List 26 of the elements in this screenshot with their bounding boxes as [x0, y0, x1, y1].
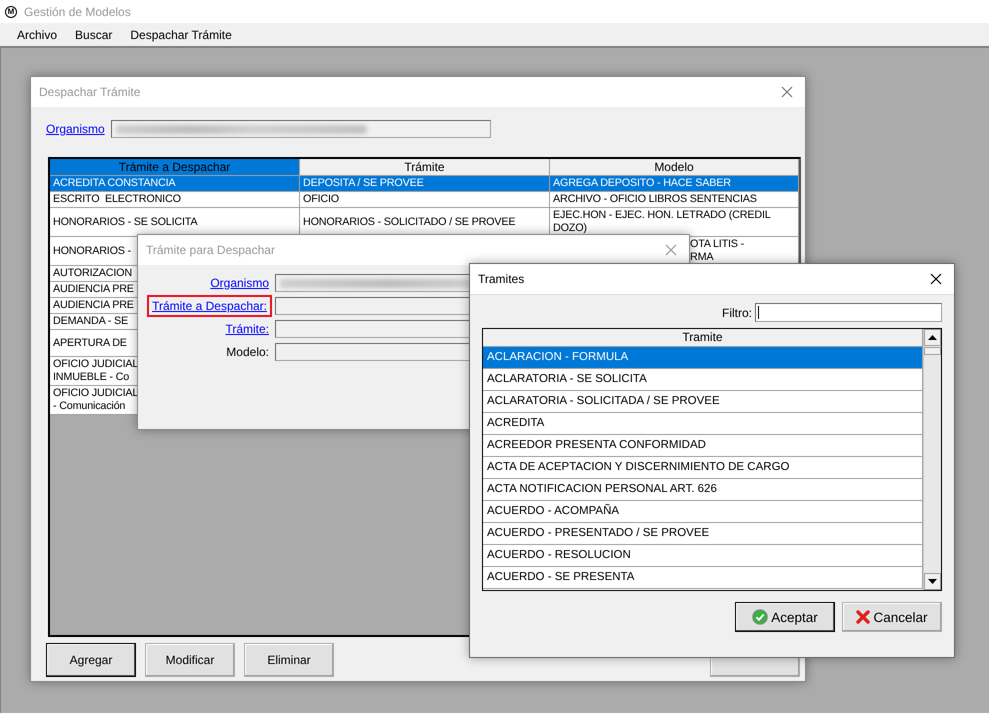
table-cell: OTA LITIS - RMA	[690, 238, 744, 264]
table-cell: AUDIENCIA PRE	[53, 283, 134, 296]
dialog-title: Despachar Trámite	[39, 85, 140, 99]
table-cell: AUDIENCIA PRE	[53, 299, 134, 312]
table-cell: HONORARIOS - SE SOLICITA	[53, 216, 198, 228]
table-cell: EJEC.HON - EJEC. HON. LETRADO (CREDIL DOZO)	[553, 209, 771, 235]
table-cell: DEPOSITA / SE PROVEE	[303, 177, 424, 190]
table-cell: OFICIO JUDICIAL INMUEBLE - Co	[53, 358, 138, 384]
table-cell: APERTURA DE	[53, 336, 127, 350]
filter-label: Filtro:	[722, 306, 752, 320]
table-cell: OFICIO	[303, 193, 339, 206]
window-title: Gestión de Modelos	[24, 4, 131, 18]
table-cell: ARCHIVO - OFICIO LIBROS SENTENCIAS	[553, 193, 757, 206]
table-cell: HONORARIOS -	[53, 244, 131, 258]
table-cell: ESCRITO ELECTRONICO	[53, 193, 181, 206]
table-cell: AUTORIZACION	[53, 267, 132, 280]
table-cell: HONORARIOS - SOLICITADO / SE PROVEE	[303, 216, 516, 228]
app-icon: M	[5, 6, 17, 18]
table-cell: OFICIO JUDICIAL - Comunicación	[53, 387, 138, 413]
field-label: Modelo:	[226, 345, 269, 359]
table-cell: DEMANDA - SE	[53, 315, 128, 328]
dialog-title: Trámite para Despachar	[146, 243, 275, 257]
column-header: Tramite	[483, 329, 923, 347]
table-cell: ACREDITA CONSTANCIA	[53, 177, 176, 190]
table-cell: AGREGA DEPOSITO - HACE SABER	[553, 177, 731, 190]
dialog-title: Tramites	[478, 272, 524, 286]
